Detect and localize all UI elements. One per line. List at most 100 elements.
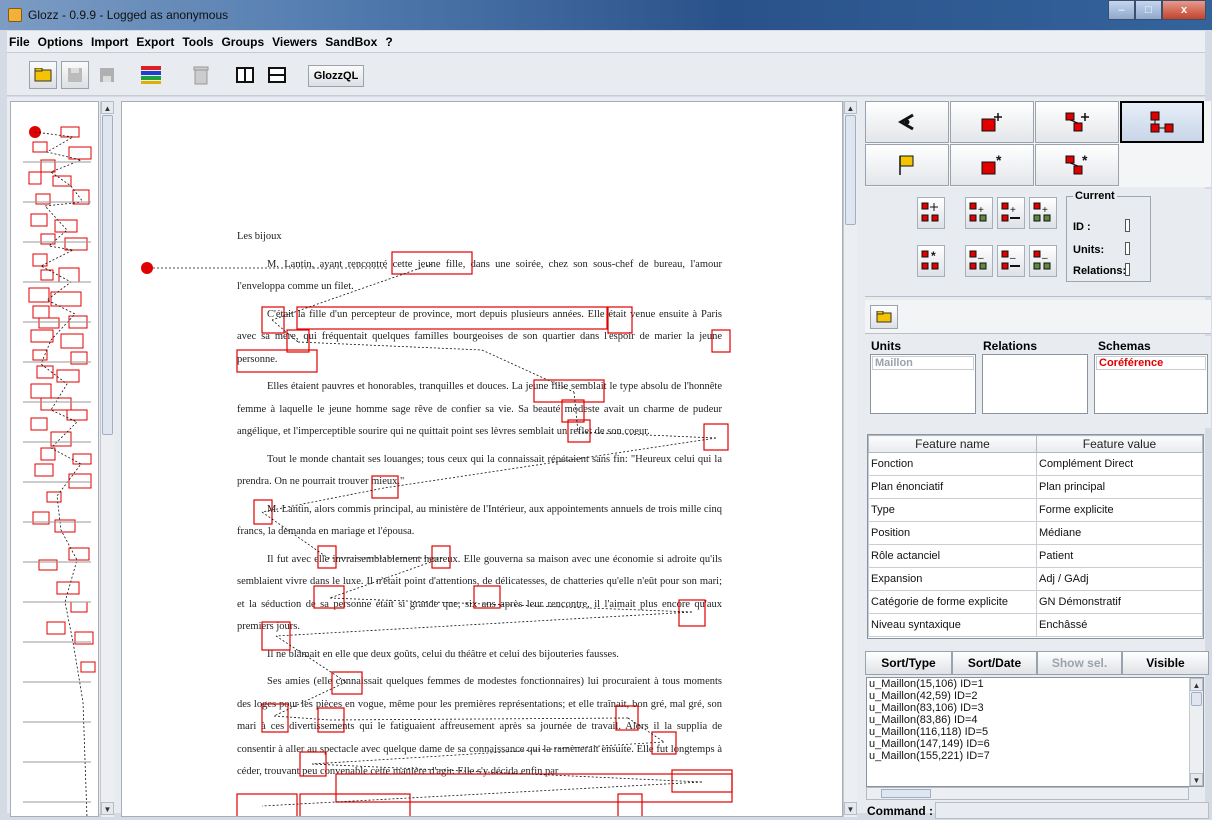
list-item[interactable]: u_Maillon(83,106) ID=3 (867, 702, 1203, 714)
trash-button[interactable] (187, 61, 215, 89)
menu-viewers[interactable]: Viewers (272, 35, 317, 49)
save-button[interactable] (93, 61, 121, 89)
feature-value[interactable]: Complément Direct (1036, 452, 1203, 476)
show-selection-button[interactable]: Show sel. (1037, 651, 1122, 675)
add-schema-button[interactable] (917, 197, 945, 229)
list-item[interactable]: u_Maillon(155,221) ID=7 (867, 750, 1203, 762)
new-button[interactable] (61, 61, 89, 89)
scroll-up-icon[interactable]: ▲ (844, 101, 857, 114)
scroll-thumb[interactable] (102, 115, 113, 435)
table-row[interactable]: Plan énonciatif Plan principal (868, 475, 1203, 499)
folder-bar (865, 300, 1211, 334)
table-row[interactable]: Type Forme explicite (868, 498, 1203, 522)
open-button[interactable] (29, 61, 57, 89)
table-row[interactable]: Position Médiane (868, 521, 1203, 545)
flag-button[interactable] (865, 144, 949, 186)
unit-list[interactable]: u_Maillon(15,106) ID=1 u_Maillon(42,59) … (866, 677, 1204, 787)
add-relation-to-schema-button[interactable]: + (997, 197, 1025, 229)
add-unit-to-schema-button[interactable]: + (965, 197, 993, 229)
split-vertical-button[interactable] (231, 61, 259, 89)
scroll-up-icon[interactable]: ▲ (1190, 678, 1203, 691)
edit-unit-button[interactable]: * (950, 144, 1034, 186)
sort-date-button[interactable]: Sort/Date (952, 651, 1037, 675)
scroll-down-icon[interactable]: ▼ (101, 802, 114, 815)
table-row[interactable]: Fonction Complément Direct (868, 452, 1203, 476)
add-unit-button[interactable] (950, 101, 1034, 143)
list-item[interactable]: u_Maillon(15,106) ID=1 (867, 678, 1203, 690)
list-item[interactable]: u_Maillon(147,149) ID=6 (867, 738, 1203, 750)
edit-relation-button[interactable]: * (1035, 144, 1119, 186)
remove-relation-from-schema-button[interactable]: – (997, 245, 1025, 277)
minimap-scrollbar[interactable]: ▲ ▼ (100, 101, 114, 817)
list-item[interactable]: u_Maillon(83,86) ID=4 (867, 714, 1203, 726)
feature-value[interactable]: Patient (1036, 544, 1203, 568)
units-list[interactable]: Maillon (870, 354, 976, 414)
chain-anchor-dot[interactable] (141, 262, 153, 274)
list-item[interactable]: Coréférence (1096, 356, 1206, 370)
color-scheme-button[interactable] (137, 61, 165, 89)
unit-list-hscrollbar[interactable] (866, 787, 1189, 800)
schemas-list[interactable]: Coréférence (1094, 354, 1208, 414)
menu-file[interactable]: File (9, 35, 30, 49)
menu-groups[interactable]: Groups (221, 35, 264, 49)
schema-mode-button[interactable] (1120, 101, 1204, 143)
menu-options[interactable]: Options (38, 35, 83, 49)
scroll-thumb[interactable] (1191, 692, 1202, 706)
paragraph: M. Lantin, ayant rencontré cette jeune f… (237, 258, 722, 293)
hscroll-thumb[interactable] (881, 789, 931, 798)
feature-value[interactable]: Enchâssé (1036, 613, 1203, 637)
table-row[interactable]: Expansion Adj / GAdj (868, 567, 1203, 591)
paragraph: Tout le monde chantait ses louanges; tou… (237, 453, 722, 488)
unit-list-scrollbar[interactable]: ▲ ▼ (1189, 678, 1203, 786)
list-item[interactable]: Maillon (872, 356, 974, 370)
view-mode-button[interactable] (865, 101, 949, 143)
table-row[interactable]: Catégorie de forme explicite GN Démonstra… (868, 590, 1203, 614)
document-view[interactable]: Les bijoux M. Lantin, ayant rencontré ce… (121, 101, 843, 817)
command-input[interactable] (935, 802, 1209, 819)
table-row[interactable]: Rôle actanciel Patient (868, 544, 1203, 568)
glozzql-button[interactable]: GlozzQL (308, 65, 364, 87)
document-text: Les bijoux M. Lantin, ayant rencontré ce… (237, 226, 722, 784)
visible-button[interactable]: Visible (1122, 651, 1209, 675)
relations-list[interactable] (982, 354, 1088, 414)
schema-add-schema-icon: + (1033, 202, 1051, 222)
schema-remove-schema-icon: – (1033, 250, 1051, 270)
open-folder-button[interactable] (870, 305, 898, 329)
feature-value[interactable]: Forme explicite (1036, 498, 1203, 522)
remove-unit-from-schema-button[interactable]: – (965, 245, 993, 277)
add-schema-to-schema-button[interactable]: + (1029, 197, 1057, 229)
scroll-down-icon[interactable]: ▼ (1190, 773, 1203, 786)
feature-value[interactable]: Médiane (1036, 521, 1203, 545)
minimap-overview (23, 126, 96, 816)
menu-help[interactable]: ? (385, 35, 392, 49)
scroll-thumb[interactable] (845, 115, 856, 225)
menu-tools[interactable]: Tools (182, 35, 213, 49)
paragraph: M. Lantin, alors commis principal, au mi… (237, 503, 722, 538)
feature-value-header[interactable]: Feature value (1036, 435, 1203, 453)
remove-schema-from-schema-button[interactable]: – (1029, 245, 1057, 277)
list-item[interactable]: u_Maillon(42,59) ID=2 (867, 690, 1203, 702)
close-button[interactable]: x (1162, 0, 1206, 20)
feature-value[interactable]: GN Démonstratif (1036, 590, 1203, 614)
menu-sandbox[interactable]: SandBox (325, 35, 377, 49)
maximize-button[interactable]: □ (1135, 0, 1162, 20)
schema-remove-unit-icon: – (969, 250, 987, 270)
add-relation-button[interactable] (1035, 101, 1119, 143)
document-scrollbar[interactable]: ▲ ▼ (843, 101, 857, 817)
table-row[interactable]: Niveau syntaxique Enchâssé (868, 613, 1203, 637)
list-item[interactable]: u_Maillon(116,118) ID=5 (867, 726, 1203, 738)
feature-name-header[interactable]: Feature name (868, 435, 1037, 453)
minimize-button[interactable]: – (1108, 0, 1135, 20)
edit-schema-button[interactable]: * (917, 245, 945, 277)
menu-export[interactable]: Export (136, 35, 174, 49)
scroll-up-icon[interactable]: ▲ (101, 101, 114, 114)
scroll-down-icon[interactable]: ▼ (844, 802, 857, 815)
sort-type-button[interactable]: Sort/Type (865, 651, 952, 675)
save-icon (100, 68, 114, 82)
document-minimap[interactable] (10, 101, 99, 817)
menu-import[interactable]: Import (91, 35, 128, 49)
feature-value[interactable]: Adj / GAdj (1036, 567, 1203, 591)
split-horizontal-button[interactable] (263, 61, 291, 89)
feature-value[interactable]: Plan principal (1036, 475, 1203, 499)
unit-box (299, 793, 411, 816)
